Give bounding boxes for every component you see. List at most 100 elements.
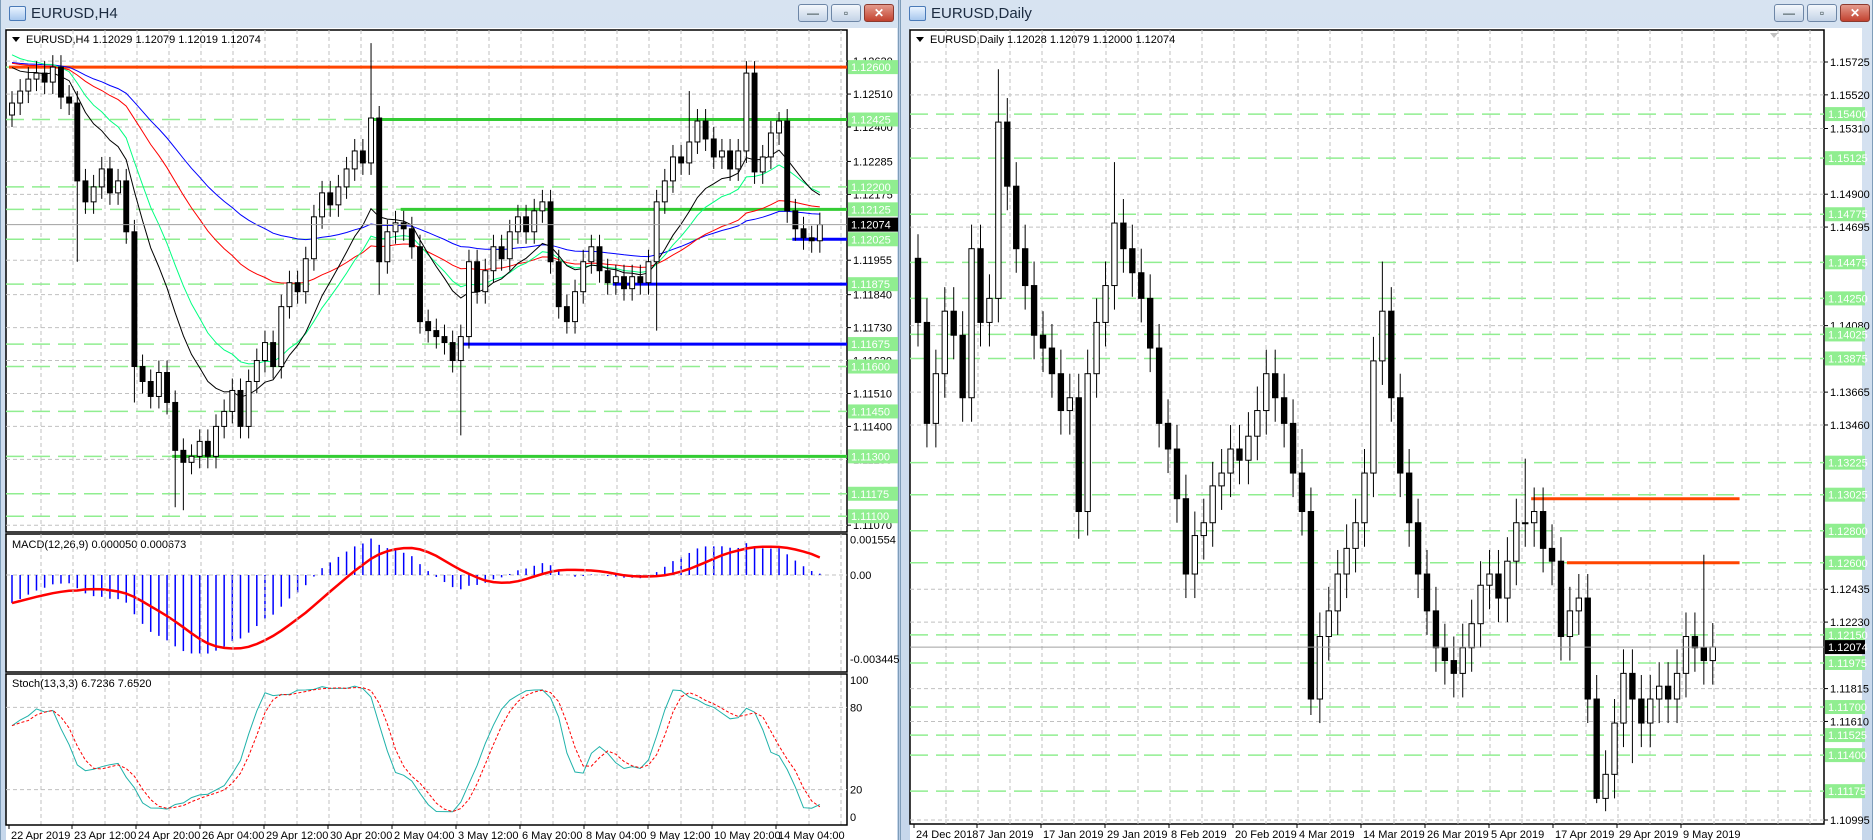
- candle: [253, 348, 260, 394]
- bear-candle-body: [1441, 647, 1449, 662]
- bear-candle-body: [1557, 560, 1565, 638]
- bull-candle-body: [9, 102, 15, 116]
- candle: [968, 224, 975, 422]
- bull-candle-body: [1647, 698, 1654, 724]
- date-axis-label: 9 May 12:00: [650, 830, 711, 840]
- candle: [1155, 324, 1163, 448]
- candle: [58, 55, 64, 110]
- candle: [131, 219, 138, 403]
- bear-candle-body: [702, 120, 709, 140]
- bull-candle-body: [482, 270, 489, 293]
- candle: [17, 79, 24, 116]
- price-tick-label: 1.10995: [1830, 815, 1870, 827]
- bear-candle-body: [1495, 573, 1502, 599]
- bear-candle-body: [425, 321, 432, 332]
- bear-candle-body: [555, 261, 562, 308]
- date-axis-label: 6 May 20:00: [522, 830, 583, 840]
- bull-candle-body: [1352, 522, 1359, 549]
- candle: [1441, 623, 1449, 685]
- bull-candle-body: [1379, 310, 1386, 362]
- candle: [1530, 487, 1538, 547]
- candle: [498, 234, 505, 271]
- candle: [1647, 674, 1654, 748]
- date-axis-label: 24 Apr 20:00: [138, 830, 200, 840]
- bull-candle-body: [580, 261, 587, 293]
- bear-candle-body: [977, 248, 984, 323]
- bull-candle-body: [33, 72, 40, 80]
- candle: [759, 144, 766, 184]
- bear-candle-body: [1236, 448, 1243, 461]
- level-price-label: 1.13875: [1828, 353, 1868, 365]
- candle: [310, 204, 317, 271]
- bear-candle-body: [1147, 297, 1154, 349]
- candle: [490, 234, 497, 283]
- bear-candle-body: [474, 261, 481, 293]
- bull-candle-body: [115, 180, 122, 194]
- price-tick-label: 1.13460: [1830, 420, 1870, 432]
- bear-candle-body: [1057, 373, 1065, 412]
- bear-candle-body: [1138, 272, 1145, 299]
- charts-canvas: 1.126201.125101.124001.122851.121751.119…: [5, 29, 1870, 840]
- bear-candle-body: [800, 228, 807, 239]
- candle: [90, 174, 97, 214]
- collapse-triangle-icon[interactable]: [12, 37, 20, 42]
- bull-candle-body: [1673, 672, 1681, 700]
- candle: [1182, 474, 1190, 599]
- bear-candle-body: [1638, 698, 1645, 724]
- bull-candle-body: [816, 224, 823, 242]
- bull-candle-body: [1504, 560, 1511, 599]
- bear-candle-body: [1539, 511, 1547, 549]
- bull-candle-body: [196, 440, 203, 457]
- price-tick-label: 1.12510: [853, 89, 893, 101]
- candle: [213, 414, 219, 469]
- level-price-label: 1.11175: [1828, 786, 1866, 798]
- bull-candle-body: [278, 306, 285, 368]
- date-axis-label: 8 Feb 2019: [1171, 829, 1227, 840]
- candle: [98, 156, 105, 199]
- bear-candle-body: [596, 246, 603, 272]
- bear-candle-body: [66, 96, 73, 104]
- price-tick-label: 1.11610: [1830, 716, 1869, 728]
- level-price-label: 1.11450: [851, 406, 890, 418]
- price-tick-label: 1.12230: [1830, 617, 1870, 629]
- candle: [735, 138, 742, 181]
- bull-candle-body: [1263, 373, 1270, 412]
- chart-shift-marker-icon: [1770, 33, 1778, 38]
- candle: [147, 369, 154, 409]
- bull-candle-body: [1709, 646, 1716, 662]
- candle: [1289, 399, 1297, 498]
- candle: [384, 219, 391, 274]
- bear-candle-body: [131, 231, 138, 368]
- bear-candle-body: [139, 366, 146, 382]
- price-tick-label: 1.11400: [853, 421, 892, 433]
- candle: [1682, 612, 1690, 698]
- bull-candle-body: [995, 121, 1002, 299]
- bear-candle-body: [441, 336, 448, 344]
- price-tick-label: 1.11730: [853, 323, 892, 335]
- bull-candle-body: [302, 258, 309, 293]
- bull-candle-body: [1477, 584, 1484, 625]
- bull-candle-body: [90, 186, 97, 203]
- bear-candle-body: [1021, 248, 1029, 287]
- bear-candle-body: [1039, 334, 1047, 349]
- macd-signal-line: [11, 545, 821, 650]
- bull-candle-body: [1620, 672, 1627, 724]
- stoch-main-line: [11, 685, 821, 813]
- symbol-ohlc-header: EURUSD,H4 1.12029 1.12079 1.12019 1.1207…: [26, 34, 261, 46]
- bear-candle-body: [82, 180, 89, 203]
- level-price-label: 1.13025: [1828, 490, 1868, 502]
- date-axis-label: 23 Apr 12:00: [74, 830, 136, 840]
- bull-candle-body: [572, 291, 578, 323]
- bear-candle-body: [1423, 573, 1431, 612]
- candle: [188, 444, 195, 475]
- bull-candle-body: [262, 342, 268, 362]
- bull-candle-body: [694, 120, 701, 143]
- candle: [1039, 311, 1047, 373]
- date-axis-label: 14 Mar 2019: [1363, 829, 1425, 840]
- candle: [1370, 336, 1377, 498]
- bear-candle-body: [751, 72, 758, 173]
- collapse-triangle-icon[interactable]: [916, 37, 924, 42]
- bear-candle-body: [172, 401, 179, 451]
- price-tick-label: 1.15520: [1830, 90, 1870, 102]
- bull-candle-body: [612, 276, 619, 284]
